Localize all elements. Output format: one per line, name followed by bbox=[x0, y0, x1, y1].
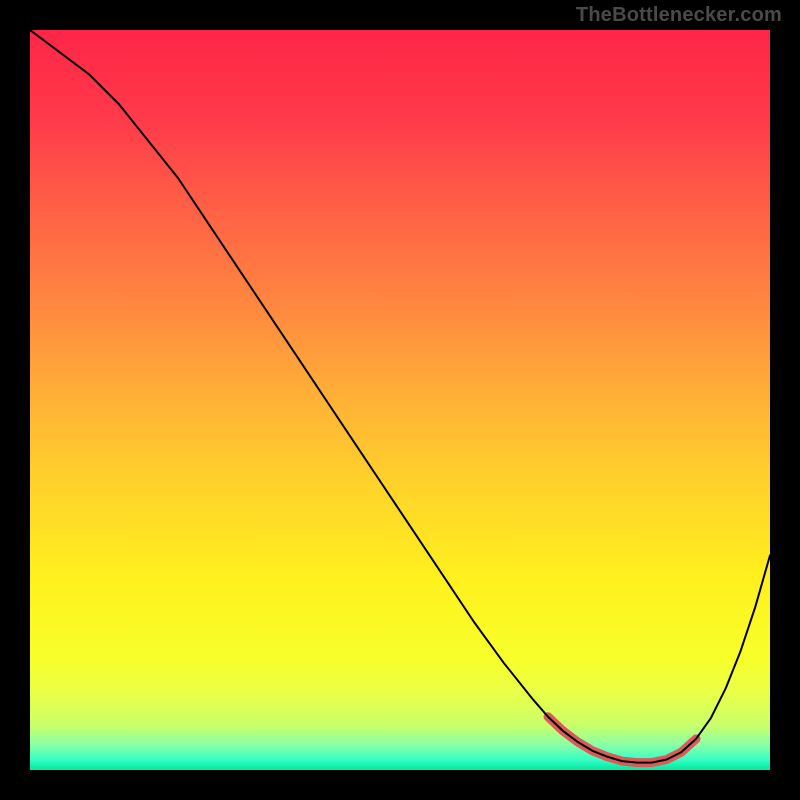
gradient-background bbox=[30, 30, 770, 770]
watermark-text: TheBottlenecker.com bbox=[576, 4, 782, 27]
plot-area bbox=[30, 30, 770, 770]
chart-frame: TheBottlenecker.com bbox=[0, 0, 800, 800]
plot-svg bbox=[30, 30, 770, 770]
